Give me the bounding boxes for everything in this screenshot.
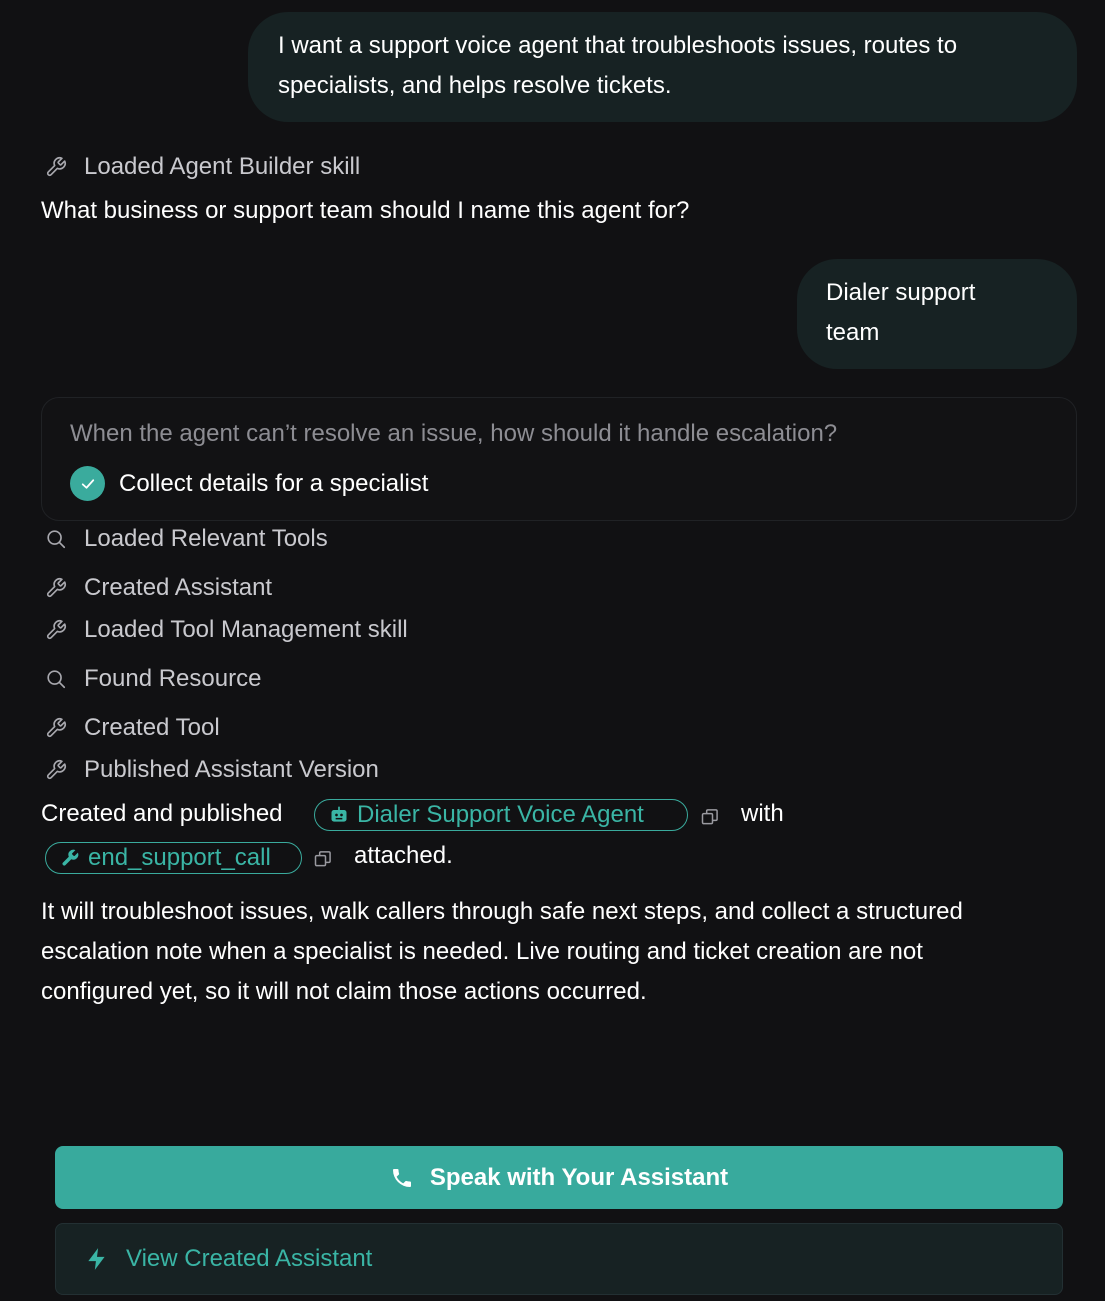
wrench-icon	[44, 716, 68, 740]
step-loaded-agent-builder: Loaded Agent Builder skill	[44, 151, 360, 183]
wrench-icon	[44, 618, 68, 642]
assistant-chip-label: Dialer Support Voice Agent	[357, 801, 644, 828]
answer-text: Collect details for a specialist	[119, 469, 429, 497]
question-text: When the agent can’t resolve an issue, h…	[70, 420, 838, 447]
assistant-message: What business or support team should I n…	[41, 197, 690, 224]
details-line: configured yet, so it will not claim tho…	[41, 978, 647, 1005]
details-line: It will troubleshoot issues, walk caller…	[41, 898, 963, 925]
user-message-line: Dialer support	[826, 279, 976, 306]
user-message-line: specialists, and helps resolve tickets.	[278, 72, 672, 99]
summary-suffix: attached.	[354, 842, 453, 869]
wrench-icon	[44, 758, 68, 782]
step-created-assistant: Created Assistant	[44, 572, 272, 604]
step-label: Created Assistant	[84, 574, 273, 601]
step-label: Loaded Relevant Tools	[84, 525, 328, 552]
step-label: Loaded Tool Management skill	[84, 616, 408, 643]
wrench-icon	[60, 848, 80, 868]
robot-icon	[329, 805, 349, 825]
lightning-icon	[84, 1246, 110, 1272]
copy-icon[interactable]	[700, 807, 720, 827]
view-button-label: View Created Assistant	[126, 1245, 373, 1272]
step-found-resource: Found Resource	[44, 663, 261, 695]
step-created-tool: Created Tool	[44, 712, 220, 744]
copy-icon[interactable]	[313, 849, 333, 869]
wrench-icon	[44, 576, 68, 600]
step-label: Created Tool	[84, 714, 220, 741]
user-message-line: I want a support voice agent that troubl…	[278, 32, 958, 59]
details-paragraph: It will troubleshoot issues, walk caller…	[41, 892, 963, 1012]
tool-chip-label: end_support_call	[88, 844, 271, 871]
chat-page: I want a support voice agent that troubl…	[0, 0, 1105, 1301]
speak-button-label: Speak with Your Assistant	[429, 1163, 729, 1191]
step-loaded-tool-management: Loaded Tool Management skill	[44, 614, 408, 646]
step-label: Found Resource	[84, 665, 262, 692]
escalation-question-card: When the agent can’t resolve an issue, h…	[41, 397, 1077, 521]
step-loaded-relevant-tools: Loaded Relevant Tools	[44, 523, 328, 555]
speak-with-assistant-button[interactable]: Speak with Your Assistant	[55, 1146, 1063, 1209]
user-message-line: team	[826, 319, 880, 346]
phone-icon	[390, 1165, 416, 1191]
step-label: Loaded Agent Builder skill	[84, 153, 361, 180]
user-message-bubble: I want a support voice agent that troubl…	[248, 12, 1077, 122]
search-icon	[44, 667, 68, 691]
view-created-assistant-button[interactable]: View Created Assistant	[55, 1223, 1063, 1295]
selected-answer: Collect details for a specialist	[70, 466, 428, 501]
check-circle-icon	[70, 466, 105, 501]
summary-prefix: Created and published	[41, 800, 283, 827]
tool-chip[interactable]: end_support_call	[45, 842, 302, 874]
details-line: escalation note when a specialist is nee…	[41, 938, 923, 965]
wrench-icon	[44, 155, 68, 179]
user-message-bubble: Dialer support team	[797, 259, 1077, 369]
step-published-assistant-version: Published Assistant Version	[44, 754, 379, 786]
step-label: Published Assistant Version	[84, 756, 379, 783]
assistant-chip[interactable]: Dialer Support Voice Agent	[314, 799, 688, 831]
summary-middle: with	[741, 800, 784, 827]
search-icon	[44, 527, 68, 551]
